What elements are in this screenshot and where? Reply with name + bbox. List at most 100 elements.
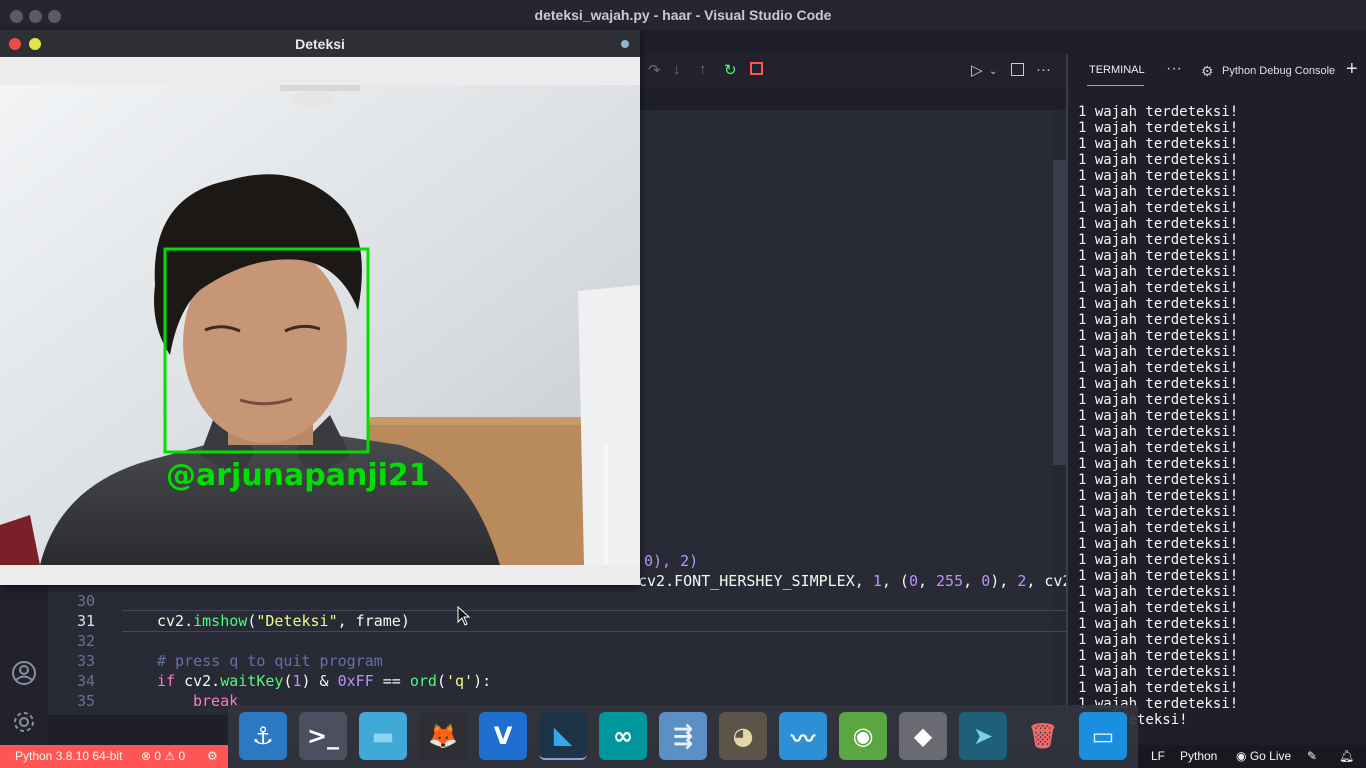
python-interpreter[interactable]: Python 3.8.10 64-bit bbox=[15, 749, 122, 763]
deteksi-close-button[interactable] bbox=[9, 38, 21, 50]
dock-terminal-icon[interactable]: >_ bbox=[299, 712, 347, 760]
webcam-image: @arjunapanji21 bbox=[0, 85, 640, 565]
go-live-label: Go Live bbox=[1249, 749, 1292, 763]
terminal-output-line: 1 wajah terdeteksi! bbox=[1078, 328, 1239, 344]
dock-window-icon[interactable]: ▭ bbox=[1079, 712, 1127, 760]
tab-terminal[interactable]: TERMINAL bbox=[1089, 64, 1145, 76]
deteksi-title-bar[interactable]: Deteksi bbox=[0, 30, 640, 57]
dock-meld-icon[interactable]: ⇶ bbox=[659, 712, 707, 760]
terminal-output-line: 1 wajah terdeteksi! bbox=[1078, 120, 1239, 136]
terminal-selector[interactable]: Python Debug Console bbox=[1222, 65, 1335, 77]
feedback-icon[interactable]: ✎ bbox=[1307, 749, 1317, 763]
dock-settings-icon[interactable]: ◆ bbox=[899, 712, 947, 760]
dock-trash-icon[interactable]: 🗑︎ bbox=[1019, 712, 1067, 760]
line-number: 34 bbox=[76, 672, 95, 690]
more-actions-icon[interactable]: ··· bbox=[1036, 61, 1051, 78]
terminal-output-line: 1 wajah terdeteksi! bbox=[1078, 200, 1239, 216]
deteksi-menu-dot[interactable] bbox=[621, 40, 629, 48]
terminal-output-line: 1 wajah terdeteksi! bbox=[1078, 408, 1239, 424]
terminal-output-line: 1 wajah terdeteksi! bbox=[1078, 104, 1239, 120]
restart-icon[interactable]: ↻ bbox=[724, 61, 737, 79]
terminal-output-line: 1 wajah terdeteksi! bbox=[1078, 312, 1239, 328]
terminal-output-line: 1 wajah terdeteksi! bbox=[1078, 136, 1239, 152]
deteksi-minimize-button[interactable] bbox=[29, 38, 41, 50]
dock-deploy-icon[interactable]: ➤ bbox=[959, 712, 1007, 760]
debug-status-icon[interactable]: ⚙ bbox=[207, 749, 218, 763]
terminal-output-line: 1 wajah terdeteksi! bbox=[1078, 648, 1239, 664]
terminal-output-line: 1 wajah terdeteksi! bbox=[1078, 504, 1239, 520]
step-into-icon[interactable]: ↓ bbox=[673, 61, 681, 78]
activity-bar bbox=[0, 585, 48, 745]
terminal-output-line: 1 wajah terdeteksi! bbox=[1078, 568, 1239, 584]
dock-pulse-icon[interactable]: 〰 bbox=[779, 712, 827, 760]
terminal-output-line: 1 wajah terdeteksi! bbox=[1078, 280, 1239, 296]
dock-files-icon[interactable]: ▬ bbox=[359, 712, 407, 760]
terminal-output-line: 1 wajah terdeteksi! bbox=[1078, 376, 1239, 392]
go-live-button[interactable]: ◉ Go Live bbox=[1236, 749, 1291, 763]
terminal-output-line: 1 wajah terdeteksi! bbox=[1078, 456, 1239, 472]
dock-gitkraken-icon[interactable]: 🦊 bbox=[419, 712, 467, 760]
terminal-output-line: 1 wajah terdeteksi! bbox=[1078, 248, 1239, 264]
code-fragment: 0), 2) bbox=[644, 552, 699, 570]
problems-status[interactable]: ⊗ 0 ⚠ 0 bbox=[141, 749, 185, 763]
breadcrumb bbox=[640, 88, 1066, 110]
terminal-output-line: 1 wajah terdeteksi! bbox=[1078, 184, 1239, 200]
terminal-output-line: 1 wajah terdeteksi! bbox=[1078, 632, 1239, 648]
terminal-output-line: 1 wajah terdeteksi! bbox=[1078, 344, 1239, 360]
code-line-33: # press q to quit program bbox=[157, 652, 383, 670]
terminal-output-line: 1 wajah terdeteksi! bbox=[1078, 584, 1239, 600]
language-mode[interactable]: Python bbox=[1180, 749, 1217, 763]
terminal-output-line: 1 wajah terdeteksi! bbox=[1078, 168, 1239, 184]
line-number: 30 bbox=[76, 592, 95, 610]
terminal-output-line: 1 wajah terdeteksi! bbox=[1078, 424, 1239, 440]
dock-android-studio-icon[interactable]: ◉ bbox=[839, 712, 887, 760]
terminal-output-line: 1 wajah terdeteksi! bbox=[1078, 232, 1239, 248]
settings-gear-icon[interactable] bbox=[11, 709, 37, 735]
terminal-output-line: 1 wajah terdeteksi! bbox=[1078, 360, 1239, 376]
dock-anchor-icon[interactable]: ⚓ bbox=[239, 712, 287, 760]
code-line-28: 0), 2) bbox=[644, 552, 698, 570]
line-number: 31 bbox=[76, 612, 95, 630]
terminal-output-line: 1 wajah terdeteksi! bbox=[1078, 680, 1239, 696]
step-out-icon[interactable]: ↑ bbox=[699, 61, 707, 78]
broadcast-icon: ◉ bbox=[1236, 749, 1247, 763]
new-terminal-button[interactable]: + bbox=[1346, 58, 1358, 81]
line-number: 32 bbox=[76, 632, 95, 650]
dock-vnc-viewer-icon[interactable]: V bbox=[479, 712, 527, 760]
debug-gear-icon[interactable]: ⚙ bbox=[1201, 63, 1214, 80]
terminal-output-line: 1 wajah terdeteksi! bbox=[1078, 440, 1239, 456]
window-title-bar: deteksi_wajah.py - haar - Visual Studio … bbox=[0, 0, 1366, 30]
warning-count: 0 bbox=[178, 749, 186, 763]
line-number: 33 bbox=[76, 652, 95, 670]
line-number: 35 bbox=[76, 692, 95, 710]
dock-gimp-icon[interactable]: ◕ bbox=[719, 712, 767, 760]
terminal-output-line: 1 wajah terdeteksi! bbox=[1078, 392, 1239, 408]
mouse-cursor-icon bbox=[457, 606, 471, 626]
notifications-bell-icon[interactable]: 🔔︎ bbox=[1339, 749, 1354, 763]
terminal-output-line: 1 wajah terdeteksi! bbox=[1078, 600, 1239, 616]
terminal-output-line: 1 wajah terdeteksi! bbox=[1078, 264, 1239, 280]
run-icon[interactable]: ▷ bbox=[971, 61, 983, 79]
terminal-output-line: 1 wajah terdeteksi! bbox=[1078, 536, 1239, 552]
error-icon: ⊗ bbox=[141, 749, 152, 763]
terminal-output-line: 1 wajah terdeteksi! bbox=[1078, 520, 1239, 536]
dock-vscode-icon[interactable]: ◣ bbox=[539, 712, 587, 760]
code-line-34: if cv2.waitKey(1) & 0xFF == ord('q'): bbox=[157, 672, 492, 690]
dock-arduino-icon[interactable]: ∞ bbox=[599, 712, 647, 760]
warning-icon: ⚠ bbox=[164, 749, 176, 763]
error-count: 0 bbox=[154, 749, 162, 763]
terminal-output-line: 1 wajah terdeteksi! bbox=[1078, 664, 1239, 680]
step-over-icon[interactable]: ↷ bbox=[648, 61, 661, 79]
split-editor-icon[interactable] bbox=[1011, 63, 1024, 76]
code-line-31: cv2.imshow("Deteksi", frame) bbox=[157, 612, 410, 630]
stop-icon[interactable] bbox=[750, 62, 763, 75]
eol-indicator[interactable]: LF bbox=[1151, 749, 1165, 763]
terminal-output-line: 1 wajah terdeteksi! bbox=[1078, 616, 1239, 632]
terminal-output-line: 1 wajah terdeteksi! bbox=[1078, 216, 1239, 232]
deteksi-title: Deteksi bbox=[295, 36, 345, 52]
account-icon[interactable] bbox=[11, 660, 37, 686]
chevron-down-icon[interactable]: ⌄ bbox=[989, 66, 997, 77]
terminal-output-line: 1 wajah terdeteksi! bbox=[1078, 152, 1239, 168]
terminal-more-icon[interactable]: ··· bbox=[1166, 60, 1182, 78]
deteksi-status-area bbox=[0, 565, 640, 585]
